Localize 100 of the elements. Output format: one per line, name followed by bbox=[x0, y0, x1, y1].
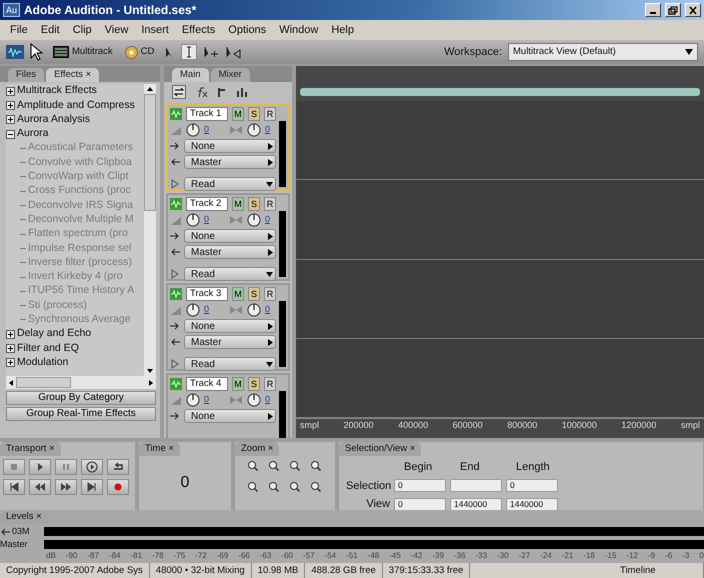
knob-icon[interactable] bbox=[247, 303, 262, 317]
play-button[interactable] bbox=[29, 459, 51, 475]
group-button[interactable]: Group Real-Time Effects bbox=[6, 407, 156, 421]
play-from-cursor-button[interactable] bbox=[81, 459, 103, 475]
value-field[interactable]: 0 bbox=[394, 479, 446, 492]
magnifier-icon[interactable] bbox=[288, 480, 301, 493]
skip-back-button[interactable] bbox=[3, 479, 25, 495]
magnifier-icon[interactable] bbox=[267, 480, 280, 493]
value-field[interactable]: 0 bbox=[394, 498, 446, 511]
magnifier-icon[interactable] bbox=[288, 459, 301, 472]
input-dropdown[interactable]: None bbox=[184, 139, 276, 153]
close-button[interactable] bbox=[685, 3, 701, 17]
value-field[interactable]: 1440000 bbox=[506, 498, 558, 511]
knob-icon[interactable] bbox=[186, 123, 200, 137]
mute-button[interactable]: M bbox=[232, 197, 244, 211]
fast-forward-button[interactable] bbox=[55, 479, 77, 495]
volume-value[interactable]: 0 bbox=[204, 393, 210, 407]
automation-dropdown[interactable]: Read bbox=[184, 357, 276, 371]
mute-button[interactable]: M bbox=[232, 377, 244, 391]
panel-tab[interactable]: Main bbox=[172, 68, 209, 82]
knob-icon[interactable] bbox=[186, 393, 200, 407]
volume-value[interactable]: 0 bbox=[204, 303, 210, 317]
panel-tab[interactable]: Levels × bbox=[0, 510, 48, 524]
play-outline-icon[interactable] bbox=[170, 359, 180, 369]
menu-item[interactable]: Edit bbox=[34, 20, 66, 40]
tree-item[interactable]: Amplitude and Compress bbox=[17, 98, 135, 114]
restore-button[interactable] bbox=[665, 3, 681, 17]
pan-value[interactable]: 0 bbox=[265, 303, 270, 317]
tree-item[interactable]: Modulation bbox=[17, 354, 68, 371]
menu-item[interactable]: Effects bbox=[176, 20, 222, 40]
output-dropdown[interactable]: Master bbox=[184, 155, 276, 169]
menu-item[interactable]: File bbox=[4, 20, 34, 40]
panel-tab[interactable]: Mixer bbox=[210, 68, 250, 82]
magnifier-icon[interactable] bbox=[246, 480, 259, 493]
solo-button[interactable]: S bbox=[248, 107, 260, 121]
track-name-field[interactable]: Track 4 bbox=[186, 377, 228, 391]
panel-tab[interactable]: Zoom × bbox=[235, 442, 280, 456]
expand-icon[interactable] bbox=[6, 358, 15, 368]
mute-button[interactable]: M bbox=[232, 287, 244, 301]
value-field[interactable]: 0 bbox=[506, 479, 558, 492]
tree-item[interactable]: Delay and Echo bbox=[17, 326, 92, 342]
magnifier-icon[interactable] bbox=[309, 480, 322, 493]
menu-item[interactable]: Insert bbox=[135, 20, 175, 40]
knob-icon[interactable] bbox=[247, 123, 262, 137]
knob-icon[interactable] bbox=[186, 213, 200, 227]
track-name-field[interactable]: Track 1 bbox=[186, 107, 228, 121]
tree-item[interactable]: Aurora bbox=[17, 126, 49, 142]
pan-value[interactable]: 0 bbox=[265, 123, 270, 137]
expand-icon[interactable] bbox=[6, 344, 15, 353]
panel-tab[interactable]: Time × bbox=[139, 442, 180, 456]
panel-tab[interactable]: Transport × bbox=[0, 442, 60, 456]
cd-button[interactable]: CD bbox=[122, 44, 158, 60]
collapse-icon[interactable] bbox=[6, 130, 15, 139]
record-button[interactable]: R bbox=[264, 377, 276, 391]
menu-item[interactable]: View bbox=[98, 20, 134, 40]
solo-button[interactable]: S bbox=[248, 197, 260, 211]
multitrack-button[interactable]: Multitrack bbox=[50, 44, 116, 60]
play-outline-icon[interactable] bbox=[170, 269, 180, 279]
record-button[interactable]: R bbox=[264, 107, 276, 121]
scrollbar-thumb[interactable] bbox=[16, 377, 71, 388]
expand-icon[interactable] bbox=[6, 330, 15, 339]
expand-icon[interactable] bbox=[6, 115, 15, 124]
swap-arrows-icon[interactable] bbox=[172, 85, 186, 99]
volume-value[interactable]: 0 bbox=[204, 213, 210, 227]
loop-button[interactable] bbox=[107, 459, 129, 475]
volume-value[interactable]: 0 bbox=[204, 123, 210, 137]
group-button[interactable]: Group By Category bbox=[6, 391, 156, 405]
expand-icon[interactable] bbox=[6, 86, 15, 96]
record-button[interactable]: R bbox=[264, 197, 276, 211]
text-cursor-tool-icon[interactable] bbox=[181, 44, 198, 60]
expand-icon[interactable] bbox=[6, 100, 15, 110]
move-tool-icon[interactable] bbox=[203, 45, 220, 59]
output-dropdown[interactable]: Master bbox=[184, 335, 276, 349]
knob-icon[interactable] bbox=[247, 393, 262, 407]
bars-icon[interactable] bbox=[236, 86, 248, 98]
panel-tab[interactable]: Effects × bbox=[46, 68, 100, 82]
magnifier-icon[interactable] bbox=[309, 459, 322, 472]
magnifier-icon[interactable] bbox=[267, 459, 280, 472]
menu-item[interactable]: Window bbox=[273, 20, 324, 40]
automation-dropdown[interactable]: Read bbox=[184, 267, 276, 281]
output-dropdown[interactable]: Master bbox=[184, 245, 276, 259]
tree-item[interactable]: Multitrack Effects bbox=[17, 84, 97, 100]
panel-tab[interactable]: Files bbox=[8, 68, 44, 82]
panel-tab[interactable]: Selection/View × bbox=[339, 442, 422, 456]
track-name-field[interactable]: Track 2 bbox=[186, 197, 228, 211]
record-button[interactable]: R bbox=[264, 287, 276, 301]
tree-item[interactable]: Aurora Analysis bbox=[17, 112, 90, 128]
waveform-icon[interactable] bbox=[6, 45, 24, 59]
knob-icon[interactable] bbox=[247, 213, 262, 227]
send-icon[interactable] bbox=[216, 86, 228, 98]
skip-forward-button[interactable] bbox=[81, 479, 103, 495]
rewind-button[interactable] bbox=[29, 479, 51, 495]
select-tool-icon[interactable] bbox=[225, 45, 242, 59]
menu-item[interactable]: Help bbox=[325, 20, 360, 40]
solo-button[interactable]: S bbox=[248, 287, 260, 301]
minimize-button[interactable] bbox=[645, 3, 661, 17]
menu-item[interactable]: Options bbox=[222, 20, 272, 40]
mute-button[interactable]: M bbox=[232, 107, 244, 121]
record-button[interactable] bbox=[107, 479, 129, 495]
value-field[interactable] bbox=[450, 479, 502, 492]
